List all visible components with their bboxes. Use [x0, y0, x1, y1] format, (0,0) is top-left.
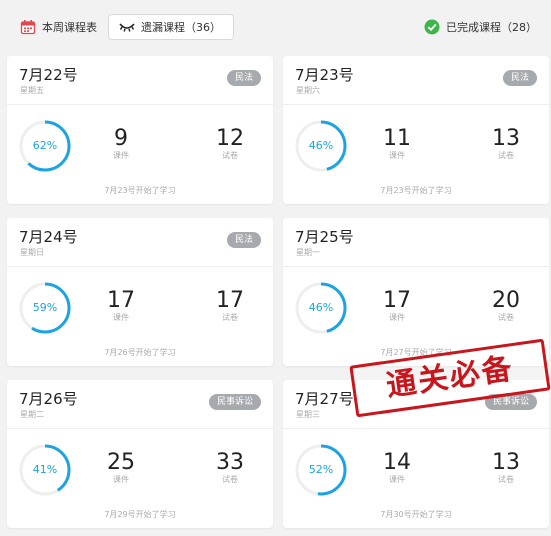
divider — [283, 104, 549, 105]
card-weekday: 星期一 — [296, 248, 320, 257]
paper-count: 12 — [216, 126, 244, 151]
progress-percent: 41% — [32, 463, 58, 476]
courseware-count: 11 — [383, 126, 411, 151]
calendar-icon — [20, 19, 36, 35]
divider — [7, 266, 273, 267]
card-date: 7月26号 — [19, 390, 78, 408]
progress-ring: 46% — [294, 119, 348, 173]
courseware-label: 课件 — [113, 151, 129, 160]
divider — [283, 266, 549, 267]
progress-ring: 62% — [18, 119, 72, 173]
top-bar: 本周课程表 遗漏课程（36） 已完成课程（28） — [0, 0, 551, 52]
progress-ring: 46% — [294, 281, 348, 335]
card-weekday: 星期日 — [20, 248, 44, 257]
completed-courses-label: 已完成课程（28） — [446, 21, 537, 34]
card-weekday: 星期二 — [20, 410, 44, 419]
subject-badge: 民法 — [226, 232, 261, 248]
paper-stat: 13 试卷 — [476, 451, 536, 485]
courseware-count: 9 — [114, 126, 128, 151]
completed-courses-tab[interactable]: 已完成课程（28） — [424, 18, 537, 36]
courseware-label: 课件 — [113, 475, 129, 484]
courseware-stat: 17 课件 — [91, 289, 151, 323]
paper-label: 试卷 — [222, 313, 238, 322]
card-weekday: 星期五 — [20, 86, 44, 95]
paper-stat: 33 试卷 — [200, 451, 260, 485]
paper-label: 试卷 — [498, 313, 514, 322]
progress-percent: 59% — [32, 301, 58, 314]
card-date: 7月24号 — [19, 228, 78, 246]
progress-ring: 41% — [18, 443, 72, 497]
paper-stat: 20 试卷 — [476, 289, 536, 323]
courseware-count: 17 — [107, 288, 135, 313]
courseware-stat: 14 课件 — [367, 451, 427, 485]
paper-count: 20 — [492, 288, 520, 313]
courseware-stat: 9 课件 — [91, 127, 151, 161]
courseware-label: 课件 — [389, 313, 405, 322]
paper-stat: 12 试卷 — [200, 127, 260, 161]
courseware-label: 课件 — [113, 313, 129, 322]
card-weekday: 星期六 — [296, 86, 320, 95]
courseware-stat: 17 课件 — [367, 289, 427, 323]
subject-badge: 民法 — [226, 70, 261, 86]
courseware-stat: 11 课件 — [367, 127, 427, 161]
eye-closed-icon — [119, 21, 135, 33]
card-date: 7月27号 — [295, 390, 354, 408]
missed-courses-label: 遗漏课程（36） — [141, 21, 221, 34]
start-note: 7月23号开始了学习 — [104, 186, 176, 195]
subject-badge: 民事诉讼 — [208, 394, 261, 410]
courseware-count: 17 — [383, 288, 411, 313]
course-day-card[interactable]: 7月22号 星期五 民法 62% 9 课件 12 试卷 7月23号开始了学习 — [7, 56, 273, 204]
card-weekday: 星期三 — [296, 410, 320, 419]
paper-label: 试卷 — [498, 151, 514, 160]
divider — [7, 104, 273, 105]
card-date: 7月22号 — [19, 66, 78, 84]
paper-label: 试卷 — [498, 475, 514, 484]
start-note: 7月30号开始了学习 — [380, 510, 452, 519]
progress-percent: 62% — [32, 139, 58, 152]
paper-stat: 17 试卷 — [200, 289, 260, 323]
card-date: 7月25号 — [295, 228, 354, 246]
check-circle-icon — [424, 19, 440, 35]
courseware-label: 课件 — [389, 475, 405, 484]
course-day-card[interactable]: 7月24号 星期日 民法 59% 17 课件 17 试卷 7月26号开始了学习 — [7, 218, 273, 366]
start-note: 7月29号开始了学习 — [104, 510, 176, 519]
course-day-card[interactable]: 7月26号 星期二 民事诉讼 41% 25 课件 33 试卷 7月29号开始了学… — [7, 380, 273, 528]
courseware-label: 课件 — [389, 151, 405, 160]
progress-ring: 59% — [18, 281, 72, 335]
paper-count: 13 — [492, 126, 520, 151]
card-date: 7月23号 — [295, 66, 354, 84]
paper-label: 试卷 — [222, 475, 238, 484]
course-day-card[interactable]: 7月23号 星期六 民法 46% 11 课件 13 试卷 7月23号开始了学习 — [283, 56, 549, 204]
paper-count: 33 — [216, 450, 244, 475]
progress-percent: 46% — [308, 139, 334, 152]
missed-courses-tab[interactable]: 遗漏课程（36） — [108, 14, 234, 40]
divider — [283, 428, 549, 429]
start-note: 7月23号开始了学习 — [380, 186, 452, 195]
progress-ring: 52% — [294, 443, 348, 497]
progress-percent: 52% — [308, 463, 334, 476]
paper-label: 试卷 — [222, 151, 238, 160]
start-note: 7月26号开始了学习 — [104, 348, 176, 357]
week-schedule-label: 本周课程表 — [42, 21, 97, 34]
paper-count: 13 — [492, 450, 520, 475]
courseware-count: 25 — [107, 450, 135, 475]
paper-count: 17 — [216, 288, 244, 313]
subject-badge: 民法 — [502, 70, 537, 86]
paper-stat: 13 试卷 — [476, 127, 536, 161]
courseware-stat: 25 课件 — [91, 451, 151, 485]
week-schedule-tab[interactable]: 本周课程表 — [20, 18, 97, 36]
courseware-count: 14 — [383, 450, 411, 475]
divider — [7, 428, 273, 429]
progress-percent: 46% — [308, 301, 334, 314]
